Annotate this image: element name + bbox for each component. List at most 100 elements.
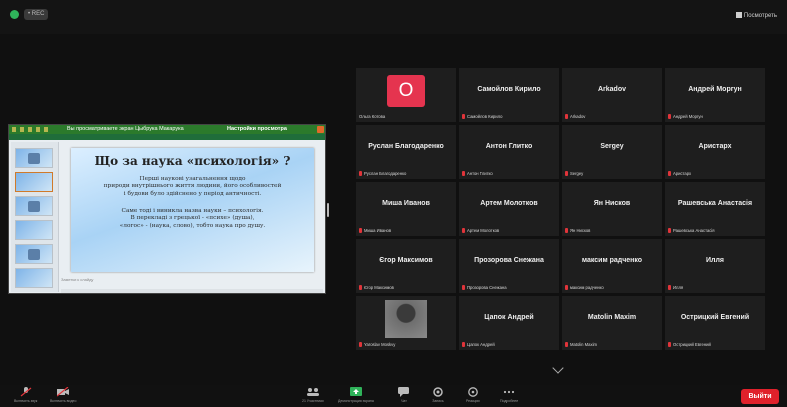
participant-avatar: О bbox=[387, 75, 425, 107]
participant-name: Артем Молотков bbox=[480, 200, 538, 207]
slide-line: природи внутрішнього життя людини, його … bbox=[103, 183, 282, 190]
participant-label-text: Yaroslav Moskvy bbox=[364, 342, 396, 347]
split-view-divider[interactable] bbox=[327, 203, 329, 217]
shared-screen[interactable]: Вы просматриваете экран Цыбрука Мaкарука… bbox=[8, 124, 326, 294]
leave-button[interactable]: Выйти bbox=[741, 389, 779, 404]
chevron-down-icon[interactable] bbox=[552, 362, 564, 374]
participant-name: Андрей Моргун bbox=[688, 86, 742, 93]
share-title-text: Вы просматриваете экран Цыбрука Мaкарука bbox=[67, 126, 184, 132]
participant-tile[interactable]: Самойлов Кирило Самойлов Кирило bbox=[459, 68, 559, 122]
slide-paragraph-1: Перші наукові узагальнення щодо природи … bbox=[81, 176, 304, 198]
participant-tile[interactable]: Цапок Андрей Цапок Андрей bbox=[459, 296, 559, 350]
participant-label: Илля bbox=[668, 285, 683, 290]
participant-tile[interactable]: Илля Илля bbox=[665, 239, 765, 293]
audio-label: Включить звук bbox=[14, 399, 38, 403]
participant-tile[interactable]: Matolin Maxim Matolin Maxim bbox=[562, 296, 662, 350]
video-button[interactable]: Включить видео bbox=[50, 387, 76, 403]
participant-name: Arkadov bbox=[597, 86, 626, 93]
participant-label: Arkadov bbox=[565, 114, 585, 119]
audio-button[interactable]: Включить звук bbox=[14, 387, 37, 403]
participant-tile[interactable]: Андрей Моргун Андрей Моргун bbox=[665, 68, 765, 122]
participant-label: Миша Иванов bbox=[359, 228, 391, 233]
participant-label: Острицкий Евгений bbox=[668, 342, 711, 347]
slide-line: і будови було здійснено у період антично… bbox=[123, 190, 262, 197]
record-button[interactable]: Запись bbox=[432, 387, 444, 403]
security-shield-icon[interactable] bbox=[10, 10, 19, 19]
top-bar: • REC Посмотреть bbox=[0, 0, 787, 34]
participant-name: максим радченко bbox=[581, 257, 643, 264]
participant-tile[interactable]: Острицкий Евгений Острицкий Евгений bbox=[665, 296, 765, 350]
participant-label-text: Острицкий Евгений bbox=[673, 342, 711, 347]
participant-tile[interactable]: Єгор Максимов Єгор Максимов bbox=[356, 239, 456, 293]
participant-tile[interactable]: Arkadov Arkadov bbox=[562, 68, 662, 122]
slide-line: В перекладі з грецької - «психе» (душа), bbox=[130, 215, 255, 222]
slide-thumbnail bbox=[15, 196, 53, 216]
participants-button[interactable]: 21 Участники bbox=[302, 387, 324, 403]
muted-mic-icon bbox=[359, 171, 362, 176]
slide-line: «логос» - (наука, слово), тобто наука пр… bbox=[119, 222, 266, 229]
participant-label: Ольга Котова bbox=[359, 114, 385, 119]
participant-tile[interactable]: Аристарх Аристарх bbox=[665, 125, 765, 179]
share-screen-button[interactable]: Демонстрация экрана bbox=[338, 387, 374, 403]
participant-tile[interactable]: Артем Молотков Артем Молотков bbox=[459, 182, 559, 236]
participant-label-text: Єгор Максимов bbox=[364, 285, 394, 290]
muted-mic-icon bbox=[668, 342, 671, 347]
participant-label: Аристарх bbox=[668, 171, 691, 176]
muted-mic-icon bbox=[20, 387, 32, 397]
current-slide: Що за наука «психологія» ? Перші наукові… bbox=[71, 148, 314, 272]
slide-thumbnail bbox=[15, 220, 53, 240]
muted-mic-icon bbox=[565, 114, 568, 119]
participant-tile[interactable]: Миша Иванов Миша Иванов bbox=[356, 182, 456, 236]
participant-label: Sergey bbox=[565, 171, 583, 176]
participant-label-text: Руслан Благодаренко bbox=[364, 171, 407, 176]
participant-tile[interactable]: Yaroslav Moskvy bbox=[356, 296, 456, 350]
participant-tile[interactable]: максим радченко максим радченко bbox=[562, 239, 662, 293]
view-options-menu[interactable]: Настройки просмотра bbox=[227, 126, 287, 132]
participants-icon bbox=[306, 388, 319, 396]
participant-label: Руслан Благодаренко bbox=[359, 171, 406, 176]
more-dots-icon bbox=[503, 390, 515, 394]
muted-mic-icon bbox=[462, 342, 465, 347]
participant-label: Андрей Моргун bbox=[668, 114, 703, 119]
slide-paragraph-2: Саме тоді і виникла назва науки – психол… bbox=[81, 208, 304, 230]
chat-icon bbox=[398, 387, 409, 397]
participant-name: Аристарх bbox=[698, 143, 732, 150]
slide-thumbnail bbox=[15, 268, 53, 288]
participant-tile[interactable]: Sergey Sergey bbox=[562, 125, 662, 179]
muted-mic-icon bbox=[668, 228, 671, 233]
participant-name: Миша Иванов bbox=[382, 200, 430, 207]
recording-badge[interactable]: • REC bbox=[24, 9, 49, 20]
muted-mic-icon bbox=[668, 171, 671, 176]
participant-label-text: Самойлов Кирило bbox=[467, 114, 503, 119]
participants-count: 21 bbox=[302, 399, 306, 403]
participant-tile[interactable]: Прозорова Снежана Прозорова Снежана bbox=[459, 239, 559, 293]
participant-label-text: Цапок Андрей bbox=[467, 342, 495, 347]
participant-tile[interactable]: О Ольга Котова bbox=[356, 68, 456, 122]
participant-tile[interactable]: Рашевська Анастасія Рашевська Анастасія bbox=[665, 182, 765, 236]
participant-label: Yaroslav Moskvy bbox=[359, 342, 395, 347]
participant-label-text: Антон Глитко bbox=[467, 171, 493, 176]
share-screen-label: Демонстрация экрана bbox=[338, 399, 374, 403]
participant-name: Ян Нисков bbox=[593, 200, 631, 207]
participant-label-text: Ольга Котова bbox=[359, 114, 386, 119]
record-label: Запись bbox=[432, 399, 444, 403]
participant-label: Рашевська Анастасія bbox=[668, 228, 715, 233]
muted-mic-icon bbox=[565, 285, 568, 290]
participant-label: Антон Глитко bbox=[462, 171, 493, 176]
chat-button[interactable]: Чат bbox=[398, 387, 410, 403]
participant-label: Прозорова Снежана bbox=[462, 285, 507, 290]
view-button[interactable]: Посмотреть bbox=[735, 11, 777, 21]
participants-label: 21 Участники bbox=[302, 399, 324, 403]
more-button[interactable]: Подробнее bbox=[500, 387, 518, 403]
ppt-ribbon bbox=[9, 134, 325, 140]
chat-label: Чат bbox=[401, 399, 407, 403]
participant-photo bbox=[385, 300, 427, 338]
participant-tile[interactable]: Антон Глитко Антон Глитко bbox=[459, 125, 559, 179]
more-label: Подробнее bbox=[500, 399, 519, 403]
participant-tile[interactable]: Ян Нисков Ян Нисков bbox=[562, 182, 662, 236]
participant-name: Matolin Maxim bbox=[587, 314, 637, 321]
reactions-button[interactable]: Реакции bbox=[466, 387, 480, 403]
meeting-toolbar: Включить звук Включить видео 21 Участник… bbox=[0, 385, 787, 407]
participant-tile[interactable]: Руслан Благодаренко Руслан Благодаренко bbox=[356, 125, 456, 179]
participant-label-text: Ян Нисков bbox=[570, 228, 591, 233]
